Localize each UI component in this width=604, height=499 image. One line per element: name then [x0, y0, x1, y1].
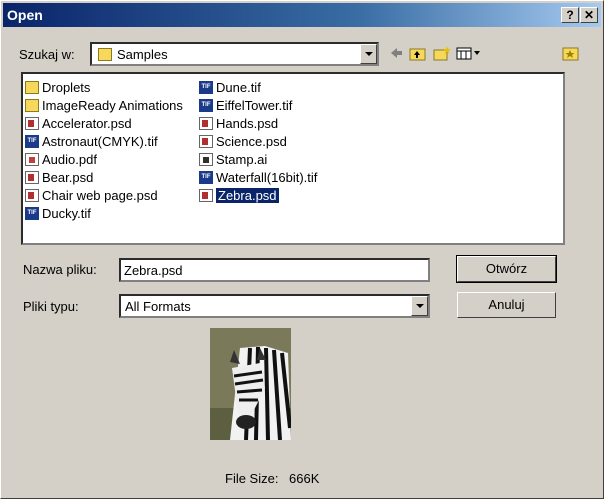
tif-file-icon: TIF	[199, 80, 213, 94]
image-preview	[210, 328, 291, 440]
open-dialog: Open ? ✕ Szukaj w: Samples Droplets Image…	[0, 0, 604, 499]
file-name: Droplets	[42, 79, 91, 95]
file-size-value: 666K	[289, 471, 320, 486]
filetype-value: All Formats	[125, 299, 191, 314]
file-list-item[interactable]: TIF Astronaut(CMYK).tif	[25, 132, 183, 150]
file-list-item[interactable]: Hands.psd	[199, 114, 317, 132]
filename-input[interactable]	[119, 258, 430, 282]
file-name: Astronaut(CMYK).tif	[42, 133, 158, 149]
file-list[interactable]: Droplets ImageReady Animations Accelerator…	[21, 72, 565, 245]
favorites-icon[interactable]	[562, 45, 580, 61]
psd-file-icon	[25, 170, 39, 184]
file-name: Hands.psd	[216, 115, 279, 131]
file-list-column-2: TIF Dune.tif TIF EiffelTower.tif Hands.psd Sc…	[199, 78, 317, 204]
look-in-dropdown-button[interactable]	[360, 44, 377, 64]
file-name: Dune.tif	[216, 79, 261, 95]
file-list-item[interactable]: Stamp.ai	[199, 150, 317, 168]
file-name: EiffelTower.tif	[216, 97, 293, 113]
psd-file-icon	[199, 134, 213, 148]
title-bar[interactable]: Open ? ✕	[3, 3, 601, 27]
file-name: Chair web page.psd	[42, 187, 158, 203]
folder-icon	[98, 48, 112, 61]
psd-file-icon	[25, 188, 39, 202]
look-in-value: Samples	[117, 47, 168, 62]
file-list-item[interactable]: Accelerator.psd	[25, 114, 183, 132]
filename-field[interactable]	[124, 263, 416, 278]
file-name: Bear.psd	[42, 169, 94, 185]
file-list-item[interactable]: TIF EiffelTower.tif	[199, 96, 317, 114]
filename-label: Nazwa pliku:	[23, 262, 97, 277]
file-list-item[interactable]: Droplets	[25, 78, 183, 96]
filetype-label: Pliki typu:	[23, 299, 79, 314]
open-button[interactable]: Otwórz	[456, 255, 557, 283]
file-list-column-1: Droplets ImageReady Animations Accelerator…	[25, 78, 183, 222]
file-name: Science.psd	[216, 133, 287, 149]
file-name: Ducky.tif	[42, 205, 91, 221]
filetype-dropdown-button[interactable]	[411, 296, 428, 316]
file-list-item[interactable]: Chair web page.psd	[25, 186, 183, 204]
pdf-file-icon	[25, 152, 39, 166]
file-size-label: File Size:	[225, 471, 279, 486]
help-button[interactable]: ?	[561, 7, 579, 23]
file-list-item[interactable]: TIF Ducky.tif	[25, 204, 183, 222]
file-list-item[interactable]: Zebra.psd	[199, 186, 317, 204]
new-folder-icon[interactable]	[433, 45, 451, 61]
file-name: Stamp.ai	[216, 151, 268, 167]
close-button[interactable]: ✕	[580, 7, 598, 23]
file-name: Audio.pdf	[42, 151, 97, 167]
folder-icon	[25, 80, 39, 94]
look-in-label: Szukaj w:	[19, 47, 75, 62]
tif-file-icon: TIF	[199, 98, 213, 112]
psd-file-icon	[199, 188, 213, 202]
tif-file-icon: TIF	[25, 134, 39, 148]
filetype-dropdown[interactable]: All Formats	[119, 294, 430, 318]
file-name: Waterfall(16bit).tif	[216, 169, 318, 185]
file-list-item[interactable]: Bear.psd	[25, 168, 183, 186]
look-in-dropdown[interactable]: Samples	[90, 42, 379, 66]
file-name: Zebra.psd	[216, 187, 279, 203]
window-title: Open	[7, 7, 43, 23]
file-name: Accelerator.psd	[42, 115, 132, 131]
ai-file-icon	[199, 152, 213, 166]
file-list-item[interactable]: TIF Dune.tif	[199, 78, 317, 96]
file-list-item[interactable]: Science.psd	[199, 132, 317, 150]
file-list-item[interactable]: ImageReady Animations	[25, 96, 183, 114]
file-list-item[interactable]: Audio.pdf	[25, 150, 183, 168]
psd-file-icon	[199, 116, 213, 130]
tif-file-icon: TIF	[199, 170, 213, 184]
folder-icon	[25, 98, 39, 112]
psd-file-icon	[25, 116, 39, 130]
cancel-button[interactable]: Anuluj	[457, 292, 556, 318]
tif-file-icon: TIF	[25, 206, 39, 220]
file-name: ImageReady Animations	[42, 97, 183, 113]
back-icon[interactable]	[387, 45, 405, 61]
up-folder-icon[interactable]	[409, 45, 427, 61]
view-menu-icon[interactable]	[456, 45, 484, 61]
file-list-item[interactable]: TIF Waterfall(16bit).tif	[199, 168, 317, 186]
